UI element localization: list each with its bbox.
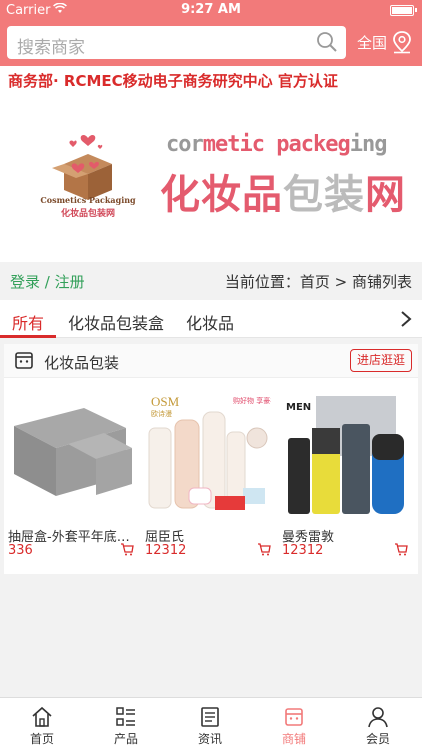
battery-icon <box>390 5 417 16</box>
category-tabs: 所有 化妆品包装盒 化妆品 <box>0 300 422 338</box>
svg-text:OSM: OSM <box>151 394 180 409</box>
bottom-tab-bar: 首页 产品 资讯 商铺 会员 <box>0 697 422 750</box>
shop-name: 化妆品包装 <box>44 354 120 372</box>
user-icon[interactable] <box>367 706 389 728</box>
certification-banner: 商务部· RCMEC移动电子商务研究中心 官方认证 <box>0 66 422 92</box>
status-bar: Carrier 9:27 AM <box>0 0 422 22</box>
top-bar: Carrier 9:27 AM 搜索商家 全国 <box>0 0 422 66</box>
tab-cosmetic-box[interactable]: 化妆品包装盒 <box>68 310 164 334</box>
active-tab-indicator <box>0 335 56 338</box>
product-card[interactable]: MEN 曼秀雷敦 12312 <box>278 378 414 574</box>
product-image-drawer-box[interactable] <box>8 388 134 522</box>
tab-news[interactable]: 资讯 <box>168 698 252 750</box>
banner-logo-en: Cosmetics Packaging <box>40 195 136 205</box>
tab-products[interactable]: 产品 <box>84 698 168 750</box>
product-card[interactable]: OSM 欧诗漫 购好物 享豪礼 屈臣氏 12312 <box>141 378 277 574</box>
enter-shop-button[interactable]: 进店逛逛 <box>350 349 412 372</box>
nav-bar: 登录 / 注册 当前位置：首页 > 商铺列表 <box>0 262 422 298</box>
product-price: 336 <box>8 543 33 558</box>
clock: 9:27 AM <box>181 2 241 17</box>
tab-products-label[interactable]: 产品 <box>84 730 168 747</box>
product-list: 抽屉盒-外套平年底-… 336 OSM 欧诗漫 购好物 享豪礼 屈臣氏 1231… <box>4 378 418 574</box>
list-icon[interactable] <box>115 706 137 728</box>
cart-icon[interactable] <box>120 543 134 556</box>
search-placeholder[interactable]: 搜索商家 <box>17 33 85 58</box>
tab-shops[interactable]: 商铺 <box>252 698 336 750</box>
search-box[interactable]: 搜索商家 <box>7 26 346 59</box>
banner-logo-cn: 化妆品包装网 <box>60 209 115 219</box>
cart-icon[interactable] <box>257 543 271 556</box>
tab-all[interactable]: 所有 <box>12 310 44 334</box>
product-image-mens-skincare[interactable]: MEN <box>282 388 408 522</box>
chevron-right-icon[interactable] <box>400 310 412 328</box>
search-icon[interactable] <box>316 31 338 53</box>
breadcrumb: 当前位置：首页 > 商铺列表 <box>224 273 412 291</box>
tab-cosmetics[interactable]: 化妆品 <box>186 310 234 334</box>
svg-text:MEN: MEN <box>286 402 311 413</box>
store-icon <box>15 352 33 369</box>
tab-home-label[interactable]: 首页 <box>0 730 84 747</box>
product-price: 12312 <box>282 543 324 558</box>
tab-member-label[interactable]: 会员 <box>336 730 420 747</box>
location-icon[interactable] <box>392 30 412 54</box>
cart-icon[interactable] <box>394 543 408 556</box>
news-icon[interactable] <box>199 706 221 728</box>
tab-member[interactable]: 会员 <box>336 698 420 750</box>
shop-icon[interactable] <box>283 706 305 728</box>
shop-banner: Cosmetics Packaging 化妆品包装网 cormetic pack… <box>0 92 422 262</box>
tab-home[interactable]: 首页 <box>0 698 84 750</box>
svg-text:购好物 享豪礼: 购好物 享豪礼 <box>233 396 271 405</box>
banner-title-en: cormetic packeging <box>166 132 387 157</box>
home-icon[interactable] <box>31 706 53 728</box>
tab-shops-label[interactable]: 商铺 <box>252 730 336 747</box>
tab-news-label[interactable]: 资讯 <box>168 730 252 747</box>
product-image-skincare-set[interactable]: OSM 欧诗漫 购好物 享豪礼 <box>145 388 271 522</box>
banner-title-cn: 化妆品包装网 <box>160 172 406 218</box>
product-card[interactable]: 抽屉盒-外套平年底-… 336 <box>4 378 140 574</box>
region-selector[interactable]: 全国 <box>357 32 387 53</box>
shop-header: 化妆品包装 进店逛逛 <box>4 344 418 378</box>
product-price: 12312 <box>145 543 187 558</box>
login-register-link[interactable]: 登录 / 注册 <box>10 271 85 292</box>
svg-text:欧诗漫: 欧诗漫 <box>151 409 172 418</box>
